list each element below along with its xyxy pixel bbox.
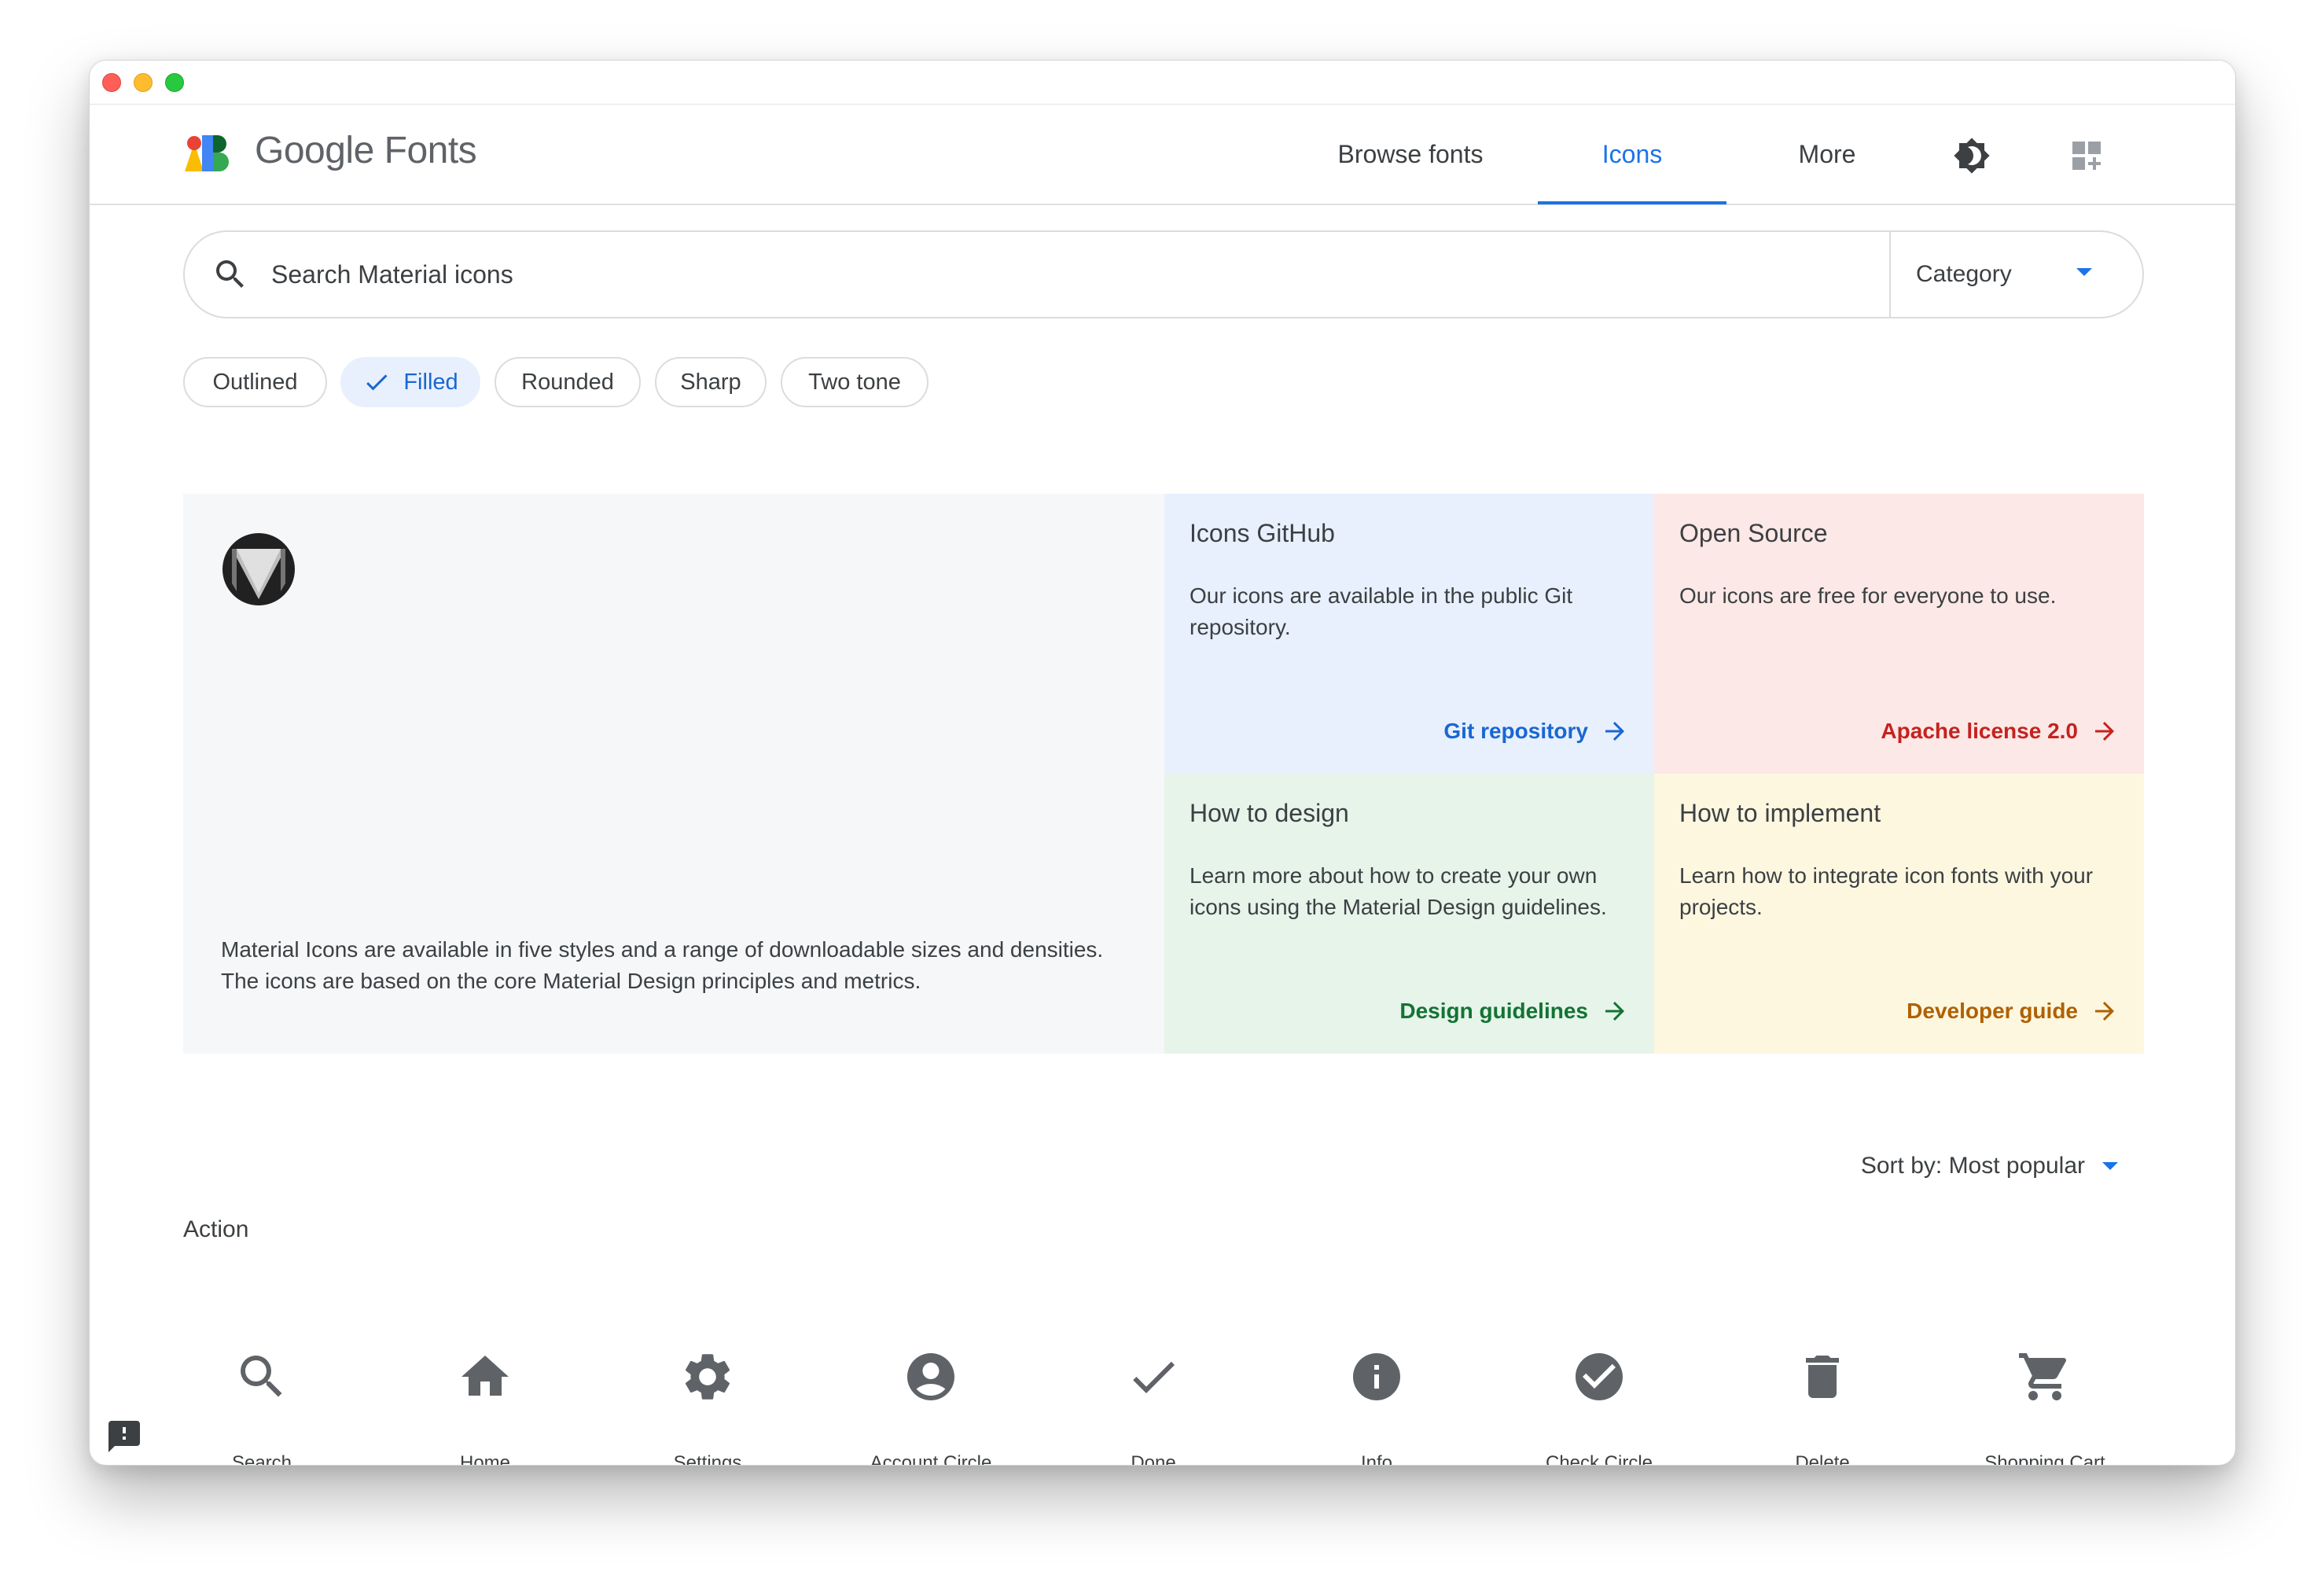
search-input[interactable]: [271, 251, 1844, 298]
icon-tile-account-circle[interactable]: Account Circle: [852, 1334, 1009, 1466]
card-open-source: Open Source Our icons are free for every…: [1654, 494, 2144, 774]
arrow-forward-icon: [1605, 1002, 1624, 1021]
apps-icon[interactable]: [2068, 137, 2105, 175]
apache-license-link[interactable]: Apache license 2.0: [1881, 717, 2119, 745]
search-icon: [216, 260, 244, 288]
home-icon: [461, 1356, 509, 1396]
card-text: Learn more about how to create your own …: [1190, 863, 1607, 919]
maximize-window-button[interactable]: [165, 73, 184, 92]
delete-icon: [1806, 1356, 1839, 1398]
icon-tile-delete[interactable]: Delete: [1744, 1334, 1901, 1466]
icon-label: Delete: [1795, 1452, 1850, 1466]
minimize-window-button[interactable]: [134, 73, 153, 92]
settings-icon: [685, 1354, 730, 1400]
card-how-to-design: How to design Learn more about how to cr…: [1164, 774, 1654, 1054]
chip-filled[interactable]: Filled: [340, 357, 480, 407]
icon-grid: Search Home Settings Account Circle Done…: [183, 1334, 2180, 1466]
nav-icons[interactable]: Icons: [1538, 105, 1726, 204]
icon-tile-shopping-cart[interactable]: Shopping Cart: [1966, 1334, 2124, 1466]
nav-more[interactable]: More: [1764, 105, 1890, 204]
card-text: Our icons are free for everyone to use.: [1679, 583, 2057, 608]
sort-dropdown[interactable]: Sort by: Most popular: [1859, 1144, 2142, 1188]
brand-name[interactable]: Google Fonts: [255, 129, 477, 172]
chip-sharp[interactable]: Sharp: [655, 357, 767, 407]
card-icons-github: Icons GitHub Our icons are available in …: [1164, 494, 1654, 774]
info-icon: [1353, 1353, 1400, 1400]
card-text: Learn how to integrate icon fonts with y…: [1679, 863, 2094, 919]
caret-down-icon: [2102, 1162, 2118, 1170]
feedback-icon[interactable]: [105, 1418, 143, 1455]
category-label: Category: [1916, 261, 2012, 287]
title-bar: [90, 61, 2235, 105]
material-logo-icon: [222, 533, 295, 605]
brightness-icon[interactable]: [1953, 137, 1991, 175]
icon-label: Settings: [673, 1452, 742, 1466]
hero-description: Material Icons are available in five sty…: [221, 937, 1104, 993]
search-bar: Category: [183, 230, 2144, 318]
link-label: Apache license 2.0: [1881, 719, 2078, 743]
link-label: Design guidelines: [1399, 999, 1588, 1023]
arrow-forward-icon: [1605, 722, 1624, 741]
close-window-button[interactable]: [102, 73, 121, 92]
icon-tile-info[interactable]: Info: [1298, 1334, 1455, 1466]
icon-label: Info: [1360, 1452, 1393, 1466]
sort-label: Sort by: Most popular: [1860, 1153, 2085, 1179]
shopping-cart-icon: [2019, 1353, 2067, 1400]
site-header: Google Fonts Browse fonts Icons More: [90, 105, 2235, 205]
chip-two-tone[interactable]: Two tone: [781, 357, 928, 407]
icon-label: Account Circle: [870, 1452, 992, 1466]
icon-tile-search[interactable]: Search: [183, 1334, 340, 1466]
card-title: How to design: [1190, 799, 1349, 827]
card-title: Open Source: [1679, 519, 1828, 547]
chip-rounded[interactable]: Rounded: [495, 357, 641, 407]
card-how-to-implement: How to implement Learn how to integrate …: [1654, 774, 2144, 1054]
icon-tile-check-circle[interactable]: Check Circle: [1521, 1334, 1678, 1466]
link-label: Developer guide: [1907, 999, 2078, 1023]
nav-browse-fonts[interactable]: Browse fonts: [1320, 105, 1501, 204]
caret-down-icon: [2076, 268, 2092, 276]
category-dropdown[interactable]: Category: [1889, 232, 2144, 317]
done-icon: [1133, 1361, 1175, 1393]
section-title: Action: [183, 1216, 249, 1242]
arrow-forward-icon: [2095, 1002, 2114, 1021]
design-guidelines-link[interactable]: Design guidelines: [1399, 997, 1629, 1025]
git-repository-link[interactable]: Git repository: [1443, 717, 1629, 745]
arrow-forward-icon: [2095, 722, 2114, 741]
chip-outlined[interactable]: Outlined: [183, 357, 327, 407]
icon-label: Done: [1131, 1452, 1176, 1466]
icon-label: Home: [459, 1452, 511, 1466]
icon-tile-home[interactable]: Home: [406, 1334, 564, 1466]
account-circle-icon: [907, 1353, 954, 1400]
card-title: Icons GitHub: [1190, 519, 1335, 547]
chip-label: Filled: [403, 369, 458, 395]
icon-label: Search: [231, 1452, 292, 1466]
check-icon: [366, 374, 388, 391]
hero-section: Material Icons are available in five sty…: [183, 494, 2144, 1054]
google-fonts-logo-icon[interactable]: [183, 132, 234, 176]
icon-label: Check Circle: [1545, 1452, 1653, 1466]
link-label: Git repository: [1443, 719, 1588, 743]
hero-intro: Material Icons are available in five sty…: [183, 494, 1164, 1054]
icon-tile-settings[interactable]: Settings: [629, 1334, 786, 1466]
icon-tile-done[interactable]: Done: [1075, 1334, 1232, 1466]
icon-label: Shopping Cart: [1984, 1452, 2105, 1466]
browser-window: Google Fonts Browse fonts Icons More Cat…: [89, 60, 2236, 1466]
developer-guide-link[interactable]: Developer guide: [1907, 997, 2119, 1025]
search-icon: [241, 1356, 282, 1397]
check-circle-icon: [1576, 1353, 1623, 1400]
card-title: How to implement: [1679, 799, 1881, 827]
card-text: Our icons are available in the public Gi…: [1190, 583, 1573, 639]
